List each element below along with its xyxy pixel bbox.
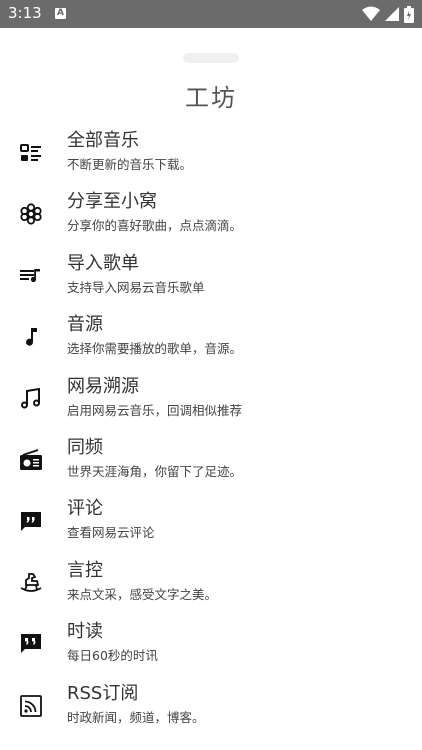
list-item-same-frequency[interactable]: 同频 世界天涯海角，你留下了足迹。: [0, 427, 422, 488]
playlist-add-icon: [18, 263, 44, 289]
item-title: 分享至小窝: [67, 191, 157, 213]
radio-icon: [18, 447, 44, 473]
status-time: 3:13: [8, 4, 42, 22]
flower-icon: [18, 201, 44, 227]
item-subtitle: 不断更新的音乐下载。: [67, 157, 193, 172]
sheet-drag-handle[interactable]: [183, 53, 239, 63]
item-subtitle: 查看网易云评论: [67, 525, 155, 541]
list-item-source[interactable]: 音源 选择你需要播放的歌单，音源。: [0, 304, 422, 365]
list-item-daily-read[interactable]: 时读 每日60秒的时讯: [0, 611, 422, 672]
quote-icon: [18, 631, 44, 657]
list-item-share[interactable]: 分享至小窝 分享你的喜好歌曲，点点滴滴。: [0, 181, 422, 242]
list-item-comments[interactable]: 评论 查看网易云评论: [0, 488, 422, 549]
wifi-icon: [362, 6, 380, 21]
rss-icon: [18, 693, 44, 719]
item-title: 全部音乐: [67, 130, 139, 151]
item-title: 时读: [67, 621, 103, 643]
rocking-horse-icon: [18, 570, 44, 596]
item-title: 评论: [67, 498, 103, 520]
workshop-list: 全部音乐 不断更新的音乐下载。 分享至小窝 分享你的喜好歌曲，点点滴滴。 导入歌…: [0, 120, 422, 734]
item-title: 同频: [67, 436, 103, 458]
signal-icon: [385, 7, 399, 21]
item-subtitle: 启用网易云音乐，回调相似推荐: [67, 402, 243, 418]
item-title: 言控: [67, 559, 103, 581]
music-note-icon: [18, 324, 44, 350]
item-subtitle: 时政新闻，频道，博客。: [67, 709, 205, 725]
item-title: 导入歌单: [67, 252, 139, 274]
item-subtitle: 来点文采，感受文字之美。: [67, 586, 218, 602]
battery-icon: [404, 5, 414, 23]
list-item-import-playlist[interactable]: 导入歌单 支持导入网易云音乐歌单: [0, 243, 422, 304]
status-bar: 3:13 A: [0, 0, 422, 28]
item-subtitle: 分享你的喜好歌曲，点点滴滴。: [67, 218, 243, 234]
item-title: 网易溯源: [67, 375, 139, 397]
double-note-icon: [18, 386, 44, 412]
list-icon: [18, 140, 44, 166]
item-subtitle: 支持导入网易云音乐歌单: [67, 279, 205, 295]
list-item-all-music[interactable]: 全部音乐 不断更新的音乐下载。: [0, 120, 422, 181]
comment-icon: [18, 508, 44, 534]
item-subtitle: 世界天涯海角，你留下了足迹。: [67, 463, 243, 479]
item-title: 音源: [67, 314, 103, 336]
list-item-quotes[interactable]: 言控 来点文采，感受文字之美。: [0, 550, 422, 611]
item-title: RSS订阅: [67, 682, 139, 704]
notification-icon: A: [55, 8, 66, 19]
status-icons: [362, 5, 414, 23]
sheet-title: 工坊: [185, 84, 237, 112]
list-item-rss[interactable]: RSS订阅 时政新闻，频道，博客。: [0, 673, 422, 734]
item-subtitle: 选择你需要播放的歌单，音源。: [67, 341, 243, 357]
item-subtitle: 每日60秒的时讯: [67, 648, 158, 664]
list-item-netease-trace[interactable]: 网易溯源 启用网易云音乐，回调相似推荐: [0, 366, 422, 427]
